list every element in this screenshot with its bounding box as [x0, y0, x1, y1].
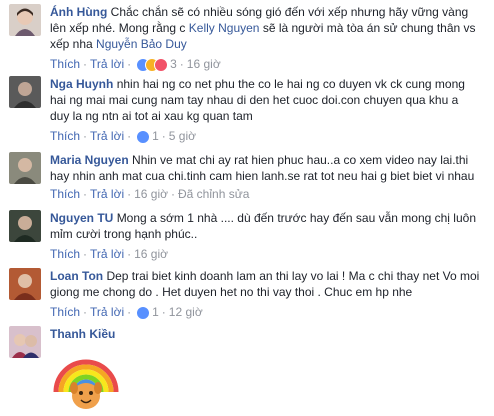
reactions-count: 3	[170, 57, 177, 71]
reactions-count: 1	[152, 305, 159, 319]
comment-text: giong me chong do . Het duyen het no thi…	[50, 285, 413, 299]
comment-author[interactable]: Ánh Hùng	[50, 5, 107, 19]
avatar[interactable]	[9, 210, 41, 242]
avatar[interactable]	[9, 268, 41, 300]
comment: Ánh Hùng Chắc chắn sẽ có nhiều sóng gió …	[0, 0, 494, 74]
avatar[interactable]	[9, 152, 41, 184]
comment: Loan Ton Dep trai biet kinh doanh lam an…	[0, 268, 494, 324]
comment-text: Nhin ve mat chi ay rat hien phuc hau..a …	[132, 153, 469, 167]
reactions-summary[interactable]	[136, 129, 152, 144]
like-link[interactable]: Thích	[50, 57, 80, 71]
comment-author[interactable]: Maria Nguyen	[50, 153, 129, 167]
comment-text: mỉm cười trong hạnh phúc..	[50, 227, 198, 241]
like-reaction-icon	[136, 305, 151, 320]
comment-author[interactable]: Loan Ton	[50, 269, 103, 283]
reactions-summary[interactable]	[136, 57, 170, 72]
like-link[interactable]: Thích	[50, 247, 80, 261]
avatar[interactable]	[9, 76, 41, 108]
comment-time[interactable]: 16 giờ	[187, 57, 221, 71]
reply-link[interactable]: Trả lời	[90, 57, 124, 71]
reply-link[interactable]: Trả lời	[90, 305, 124, 319]
comment-text: Chắc chắn sẽ có nhiều sóng gió đến với x…	[110, 5, 469, 19]
avatar[interactable]	[9, 326, 41, 358]
love-reaction-icon	[154, 57, 169, 72]
rainbow-sticker	[50, 352, 122, 412]
comment-time[interactable]: 12 giờ	[169, 305, 203, 319]
comment: Nga Huynh nhin hai ng co net phu the co …	[0, 76, 494, 144]
comment-text: xếp nha	[50, 37, 97, 51]
comment-author[interactable]: Thanh Kiều	[50, 327, 115, 341]
comment-text: duy la ng ntn ai tot ai xau kg quan tam	[50, 109, 253, 123]
reactions-count: 1	[152, 129, 159, 143]
comment-text: hai ng mai mai cung nam tay nhau di den …	[50, 93, 459, 107]
comment-time[interactable]: 16 giờ	[134, 187, 168, 201]
mention-link[interactable]: Kelly Nguyen	[189, 21, 260, 35]
comment-text: hay nhin anh mat cua chi.tinh cam hien l…	[50, 169, 475, 183]
comment-text: lên xếp nhé. Mong rằng c	[50, 21, 189, 35]
like-link[interactable]: Thích	[50, 305, 80, 319]
like-reaction-icon	[136, 129, 151, 144]
avatar[interactable]	[9, 4, 41, 36]
mention-link[interactable]: Nguyễn Bảo Duy	[96, 37, 187, 51]
reply-link[interactable]: Trả lời	[90, 187, 124, 201]
reply-link[interactable]: Trả lời	[90, 129, 124, 143]
comment: Nguyen TU Mong a sớm 1 nhà .... dù đến t…	[0, 210, 494, 266]
comment-author[interactable]: Nga Huynh	[50, 77, 113, 91]
comment-text: Mong a sớm 1 nhà .... dù đến trước hay đ…	[116, 211, 476, 225]
like-link[interactable]: Thích	[50, 129, 80, 143]
reactions-summary[interactable]	[136, 305, 152, 320]
comment: Maria Nguyen Nhin ve mat chi ay rat hien…	[0, 152, 494, 204]
comment-text: Dep trai biet kinh doanh lam an thi lay …	[106, 269, 480, 283]
comment-time[interactable]: 16 giờ	[134, 247, 168, 261]
reply-link[interactable]: Trả lời	[90, 247, 124, 261]
comment-text: sẽ là người mà tòa án sử chung thân vs	[259, 21, 476, 35]
comment-time[interactable]: 5 giờ	[169, 129, 196, 143]
edited-label[interactable]: Đã chỉnh sửa	[178, 187, 249, 201]
like-link[interactable]: Thích	[50, 187, 80, 201]
comment-text: nhin hai ng co net phu the co le hai ng …	[116, 77, 465, 91]
comment-author[interactable]: Nguyen TU	[50, 211, 113, 225]
